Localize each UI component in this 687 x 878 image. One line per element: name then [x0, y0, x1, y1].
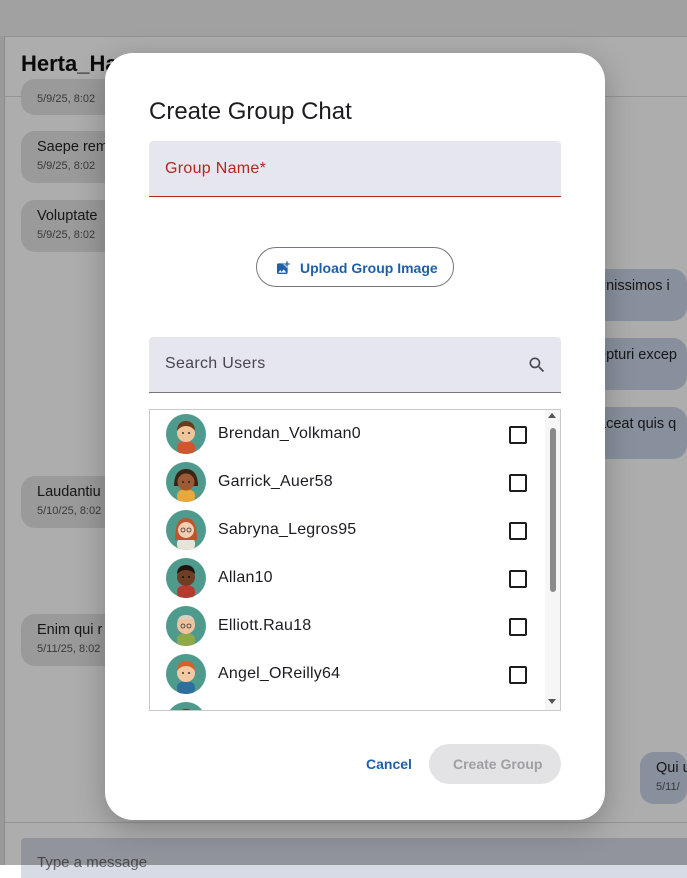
cancel-button[interactable]: Cancel — [351, 744, 423, 784]
user-list: Brendan_Volkman0 Garrick_Auer58 Sabryna_… — [149, 409, 561, 711]
avatar — [166, 654, 206, 694]
upload-button-label: Upload Group Image — [300, 260, 438, 276]
search-users-field — [149, 337, 561, 393]
avatar — [166, 558, 206, 598]
create-group-dialog: Create Group Chat Group Name* Upload Gro… — [105, 53, 605, 820]
scroll-down-arrow-icon[interactable] — [548, 699, 556, 704]
user-checkbox[interactable] — [509, 618, 527, 636]
user-list-item[interactable]: Elliott.Rau18 — [150, 602, 545, 650]
user-name: Allan10 — [218, 569, 273, 586]
avatar — [166, 510, 206, 550]
user-list-item[interactable]: Angel_OReilly64 — [150, 650, 545, 698]
user-checkbox[interactable] — [509, 666, 527, 684]
user-list-item[interactable]: Sabryna_Legros95 — [150, 506, 545, 554]
user-list-item[interactable]: Garrick_Auer58 — [150, 458, 545, 506]
group-name-field[interactable]: Group Name* — [149, 141, 561, 197]
upload-group-image-button[interactable]: Upload Group Image — [256, 247, 454, 287]
user-name: Sabryna_Legros95 — [218, 521, 357, 538]
avatar — [166, 606, 206, 646]
avatar — [166, 414, 206, 454]
create-group-button-label: Create Group — [453, 756, 543, 772]
user-checkbox[interactable] — [509, 522, 527, 540]
user-checkbox[interactable] — [509, 426, 527, 444]
avatar — [166, 462, 206, 502]
search-icon[interactable] — [527, 355, 547, 375]
dialog-title: Create Group Chat — [149, 98, 352, 125]
scrollbar-thumb[interactable] — [550, 428, 556, 592]
user-name: Elliott.Rau18 — [218, 617, 312, 634]
scroll-up-arrow-icon[interactable] — [548, 413, 556, 418]
user-name: Brendan_Volkman0 — [218, 425, 361, 442]
user-name: Angel_OReilly64 — [218, 665, 341, 682]
avatar — [166, 702, 206, 710]
create-group-button[interactable]: Create Group — [429, 744, 561, 784]
cancel-button-label: Cancel — [366, 756, 412, 772]
user-list-item[interactable]: Allan10 — [150, 554, 545, 602]
search-users-input[interactable] — [165, 355, 505, 373]
add-photo-icon — [277, 261, 290, 274]
user-name: Garrick_Auer58 — [218, 473, 333, 490]
user-checkbox[interactable] — [509, 474, 527, 492]
user-checkbox[interactable] — [509, 570, 527, 588]
user-list-item[interactable]: Brendan_Volkman0 — [150, 410, 545, 458]
group-name-label: Group Name* — [165, 160, 267, 177]
user-list-item[interactable] — [150, 698, 545, 710]
